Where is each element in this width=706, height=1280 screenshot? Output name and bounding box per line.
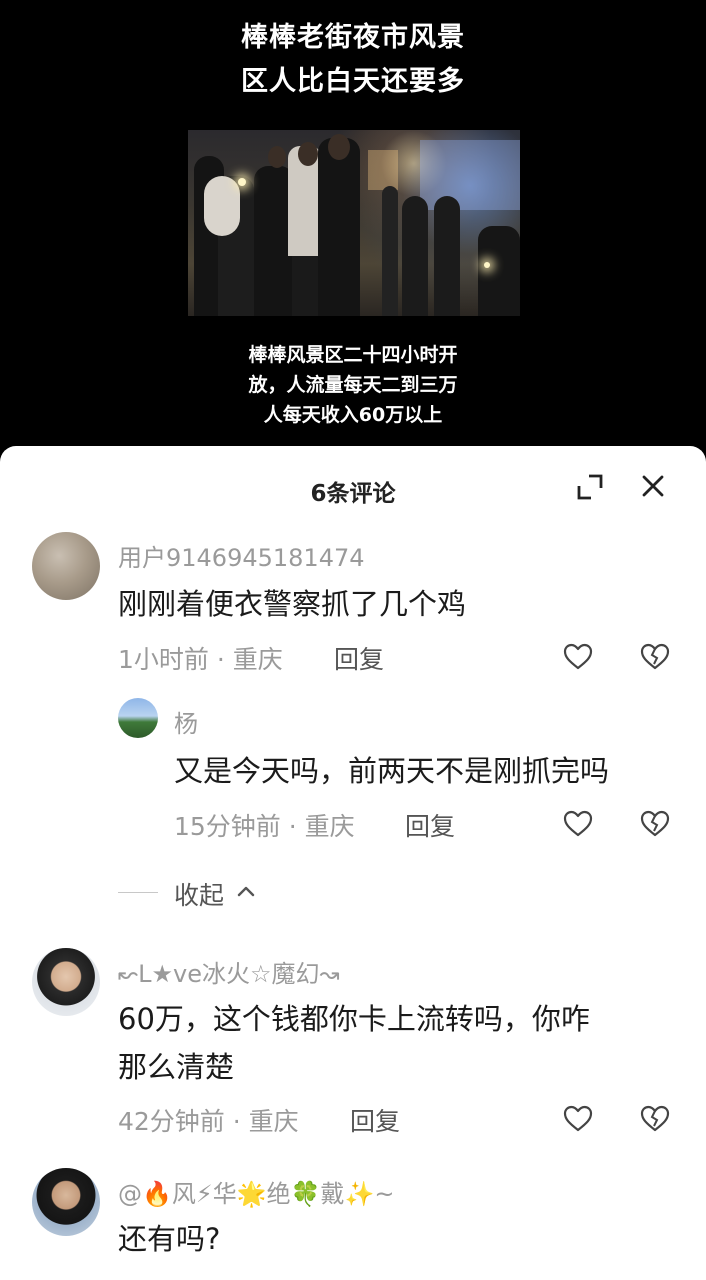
comments-header: 6条评论: [0, 446, 706, 530]
comment-time: 1小时前: [118, 645, 209, 674]
comment-username[interactable]: 用户9146945181474: [118, 538, 365, 573]
comment-text-line-2: 那么清楚: [118, 1050, 235, 1084]
video-headline: 棒棒老街夜市风景 区人比白天还要多: [0, 16, 706, 104]
chevron-up-icon: [237, 886, 255, 897]
reply-time: 15分钟前: [174, 812, 281, 841]
avatar[interactable]: [32, 532, 100, 600]
reply-meta: 15分钟前 · 重庆: [174, 812, 355, 841]
reply-username[interactable]: 杨: [174, 704, 198, 739]
heart-icon[interactable]: [563, 1104, 593, 1134]
comment-text-line-1: 60万，这个钱都你卡上流转吗，你咋: [118, 1002, 590, 1036]
night-street-photo: [188, 130, 520, 316]
comment-text: 还有吗?: [118, 1222, 221, 1256]
broken-heart-icon[interactable]: [640, 642, 670, 672]
comment-username[interactable]: ↜L★ve冰火☆魔幻↝: [118, 954, 340, 989]
expand-icon[interactable]: [575, 472, 605, 502]
caption-line-3: 人每天收入60万以上: [263, 404, 443, 426]
comment-text: 刚刚着便衣警察抓了几个鸡: [118, 587, 467, 621]
comment-username[interactable]: @🔥风⚡华🌟绝🍀戴✨~: [118, 1174, 395, 1209]
heart-icon[interactable]: [563, 809, 593, 839]
reply-text: 又是今天吗，前两天不是刚抓完吗: [174, 754, 610, 788]
heart-icon[interactable]: [563, 642, 593, 672]
comment-time: 42分钟前: [118, 1107, 225, 1136]
comment-location: 重庆: [248, 1107, 299, 1136]
avatar[interactable]: [32, 1168, 100, 1236]
reply-button[interactable]: 回复: [350, 1102, 400, 1138]
avatar[interactable]: [118, 698, 158, 738]
reply-button[interactable]: 回复: [334, 640, 384, 676]
headline-line-2: 区人比白天还要多: [241, 66, 465, 97]
reply-button[interactable]: 回复: [405, 807, 455, 843]
comment-meta: 42分钟前 · 重庆: [118, 1107, 299, 1136]
comment-location: 重庆: [232, 645, 283, 674]
reply-location: 重庆: [304, 812, 355, 841]
broken-heart-icon[interactable]: [640, 1104, 670, 1134]
comments-sheet: 6条评论 用户9146945181474 刚刚着便衣警察抓了几个鸡 1小时前 ·…: [0, 446, 706, 1280]
headline-line-1: 棒棒老街夜市风景: [241, 22, 465, 53]
collapse-divider: [118, 892, 158, 893]
video-caption: 棒棒风景区二十四小时开 放，人流量每天二到三万 人每天收入60万以上: [0, 340, 706, 430]
caption-line-1: 棒棒风景区二十四小时开: [248, 344, 458, 366]
collapse-label: 收起: [174, 881, 225, 910]
close-icon[interactable]: [638, 471, 668, 501]
broken-heart-icon[interactable]: [640, 809, 670, 839]
caption-line-2: 放，人流量每天二到三万: [248, 374, 458, 396]
comment-meta: 1小时前 · 重庆: [118, 645, 283, 674]
video-player[interactable]: 棒棒老街夜市风景 区人比白天还要多 棒棒风景区二十四小时开 放，人流量每天二到三…: [0, 0, 706, 470]
avatar[interactable]: [32, 948, 100, 1016]
